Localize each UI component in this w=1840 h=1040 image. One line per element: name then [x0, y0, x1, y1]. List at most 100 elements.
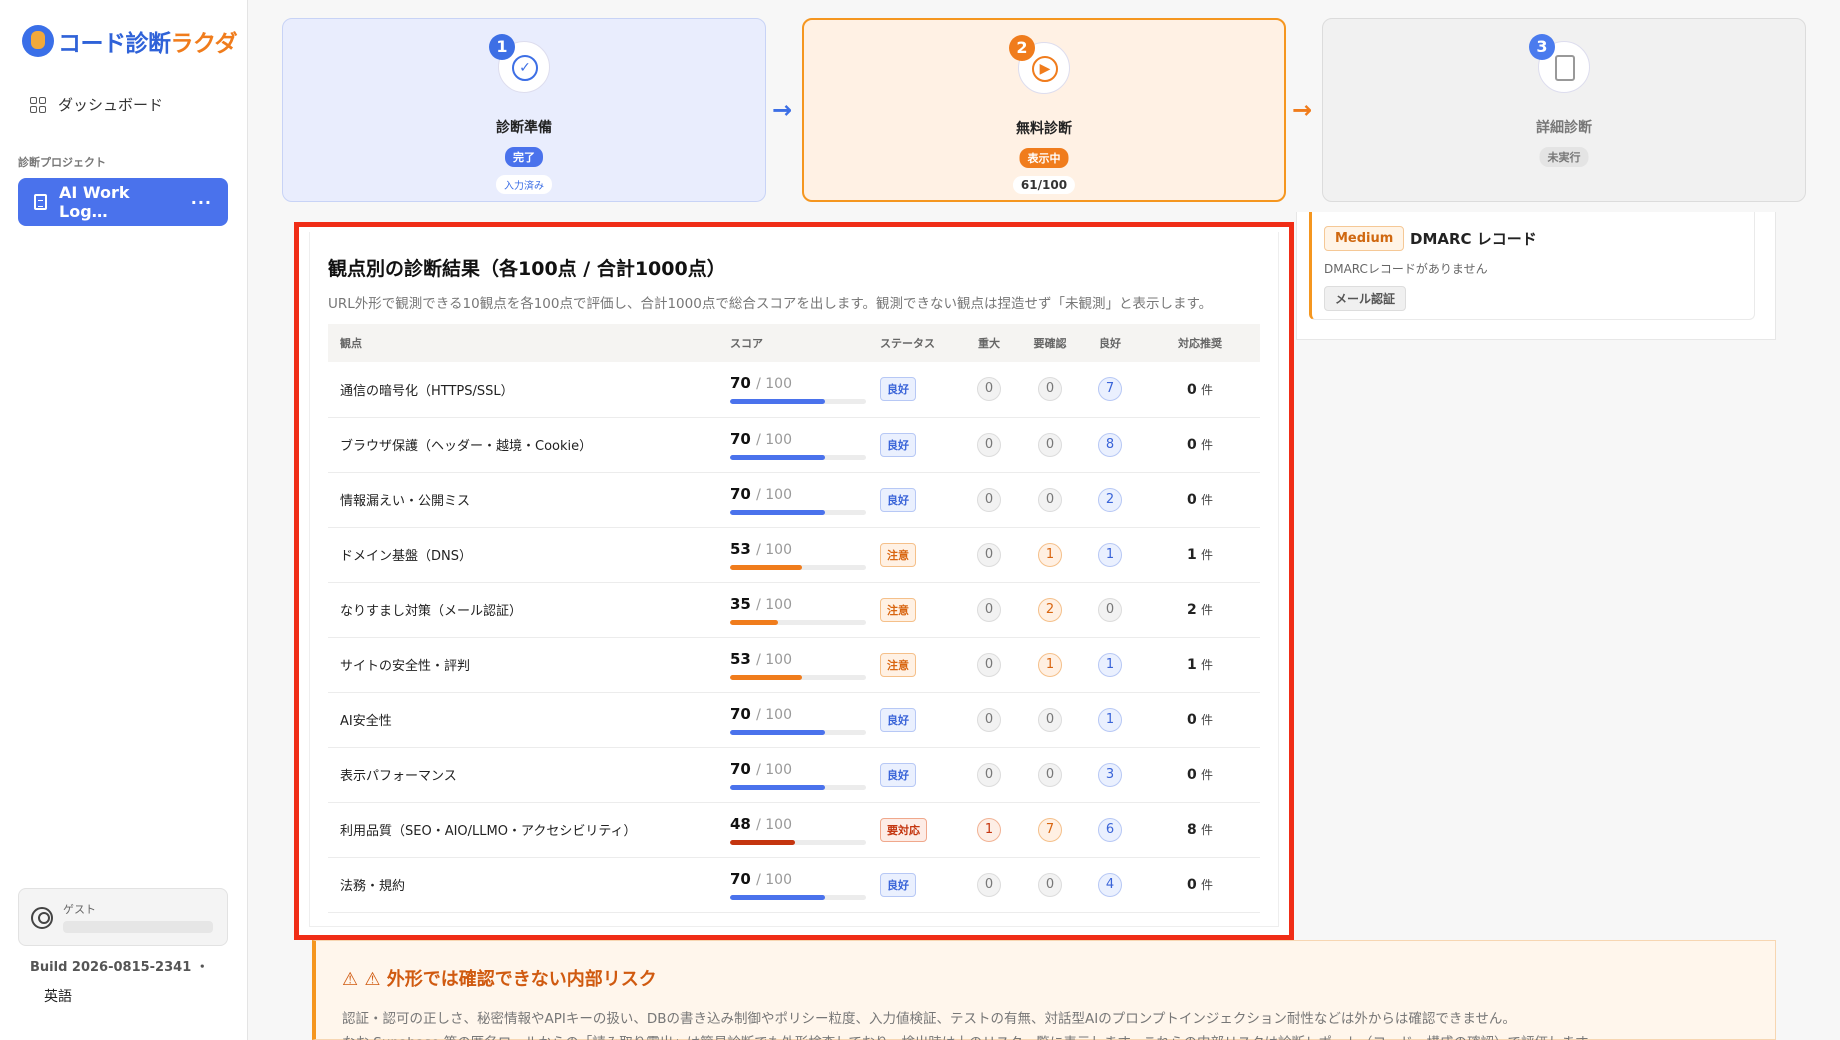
score-max: / 100 [756, 376, 792, 393]
aspect-cell: 利用品質（SEO・AIO/LLMO・アクセシビリティ） [328, 802, 718, 857]
action-count: 2 [1187, 602, 1197, 618]
aspect-name: 利用品質（SEO・AIO/LLMO・アクセシビリティ） [340, 824, 637, 839]
count-critical: 0 [977, 597, 1001, 622]
app-logo[interactable]: コード診断ラクダ [22, 24, 238, 58]
score-max: / 100 [756, 871, 792, 888]
logo-text: コード診断ラクダ [58, 31, 238, 57]
score-max: / 100 [756, 596, 792, 613]
arrow-right-icon: → [1292, 96, 1313, 124]
count-good-cell: 1 [1080, 527, 1140, 582]
col-action: 対応推奨 [1178, 337, 1222, 350]
count-review: 0 [1038, 487, 1062, 512]
col-critical: 重大 [978, 337, 1000, 350]
build-info: Build 2026-0815-2341 ・ [30, 960, 209, 975]
user-card[interactable]: ゲスト [18, 888, 228, 946]
step-title: 詳細診断 [1536, 120, 1592, 136]
table-row[interactable]: なりすまし対策（メール認証） 35 / 100 注意 0 2 0 2 件 [328, 582, 1260, 637]
aspect-cell: ドメイン基盤（DNS） [328, 527, 718, 582]
more-icon[interactable]: ··· [191, 193, 212, 212]
count-good-cell: 0 [1080, 582, 1140, 637]
action-count: 0 [1187, 381, 1197, 398]
score-bar-fill [730, 839, 796, 845]
score-value: 70 [730, 374, 751, 393]
aspect-cell: AI安全性 [328, 692, 718, 747]
action-unit: 件 [1200, 878, 1213, 892]
table-row[interactable]: ブラウザ保護（ヘッダー・越境・Cookie） 70 / 100 良好 0 0 8 0 件 [328, 417, 1260, 472]
count-good: 1 [1098, 542, 1122, 567]
score-bar [730, 509, 866, 515]
table-row[interactable]: 法務・規約 70 / 100 良好 0 0 4 0 件 [328, 857, 1260, 912]
step-preparation[interactable]: 1 ✓ 診断準備 完了 入力済み [282, 18, 766, 202]
language-toggle[interactable]: 英語 [44, 986, 72, 1006]
action-count: 1 [1187, 547, 1197, 563]
internal-risk-text: 認証・認可の正しさ、秘密情報やAPIキーの扱い、DBの書き込み制御やポリシー粒度… [342, 1011, 1516, 1027]
count-good: 1 [1098, 652, 1122, 677]
action-unit: 件 [1200, 713, 1213, 727]
score-value: 70 [730, 869, 751, 888]
col-good: 良好 [1099, 337, 1121, 350]
table-row[interactable]: AI安全性 70 / 100 良好 0 0 1 0 件 [328, 692, 1260, 747]
score-value: 35 [730, 594, 751, 613]
score-bar-fill [730, 619, 778, 625]
results-highlight: 観点別の診断結果（各100点 / 合計1000点） URL外形で観測できる10観… [294, 222, 1294, 940]
action-unit: 件 [1200, 603, 1213, 617]
action-cell: 0 件 [1140, 857, 1260, 912]
project-item[interactable]: AI Work Log… ··· [18, 178, 228, 226]
count-critical: 0 [977, 707, 1001, 732]
action-unit: 件 [1200, 548, 1213, 562]
score-bar [730, 454, 866, 460]
action-cell: 0 件 [1140, 692, 1260, 747]
table-row[interactable]: 情報漏えい・公開ミス 70 / 100 良好 0 0 2 0 件 [328, 472, 1260, 527]
status-cell: 良好 [868, 747, 958, 802]
finding-item[interactable]: Medium DMARC レコード DMARCレコードがありません メール認証 [1309, 212, 1755, 320]
count-critical: 0 [977, 432, 1001, 457]
score-bar-fill [730, 509, 826, 515]
count-review: 0 [1038, 377, 1062, 402]
table-row[interactable]: サイトの安全性・評判 53 / 100 注意 0 1 1 1 件 [328, 637, 1260, 692]
count-good-cell: 1 [1080, 692, 1140, 747]
count-critical: 0 [977, 872, 1001, 897]
play-icon: ▶ [1032, 56, 1058, 82]
step-free-diagnosis[interactable]: 2 ▶ 無料診断 表示中 61/100 [802, 18, 1286, 202]
table-row[interactable]: ドメイン基盤（DNS） 53 / 100 注意 0 1 1 1 件 [328, 527, 1260, 582]
count-review-cell: 0 [1020, 472, 1080, 527]
count-review-cell: 0 [1020, 417, 1080, 472]
score-bar [730, 839, 866, 845]
step-number: 1 [489, 34, 515, 60]
finding-title: DMARC レコード [1410, 230, 1537, 248]
step-detailed-diagnosis[interactable]: 3 詳細診断 未実行 [1322, 18, 1806, 202]
score-bar [730, 894, 866, 900]
score-bar [730, 784, 866, 790]
count-review: 1 [1038, 542, 1062, 567]
count-critical-cell: 0 [958, 857, 1020, 912]
step-status-badge: 表示中 [1019, 148, 1069, 168]
document-icon [34, 194, 47, 210]
score-value: 70 [730, 704, 751, 723]
nav-dashboard[interactable]: ダッシュボード [30, 94, 163, 115]
table-row[interactable]: 表示パフォーマンス 70 / 100 良好 0 0 3 0 件 [328, 747, 1260, 802]
count-critical-cell: 0 [958, 692, 1020, 747]
score-bar [730, 564, 866, 570]
score-cell: 53 / 100 [718, 637, 868, 692]
severity-badge: Medium [1324, 226, 1405, 251]
score-max: / 100 [756, 816, 792, 833]
status-badge: 良好 [880, 762, 916, 787]
score-cell: 70 / 100 [718, 747, 868, 802]
count-good: 2 [1098, 487, 1122, 512]
action-cell: 1 件 [1140, 637, 1260, 692]
step-title: 診断準備 [496, 120, 552, 136]
score-max: / 100 [756, 486, 792, 503]
count-review: 0 [1038, 432, 1062, 457]
table-row[interactable]: 通信の暗号化（HTTPS/SSL） 70 / 100 良好 0 0 7 0 件 [328, 362, 1260, 417]
arrow-right-icon: → [772, 96, 793, 124]
count-critical-cell: 0 [958, 637, 1020, 692]
table-row[interactable]: 利用品質（SEO・AIO/LLMO・アクセシビリティ） 48 / 100 要対応 1 7… [328, 802, 1260, 857]
count-review: 0 [1038, 707, 1062, 732]
user-role: ゲスト [63, 903, 96, 916]
action-unit: 件 [1200, 823, 1213, 837]
count-critical: 0 [977, 762, 1001, 787]
status-badge: 注意 [880, 542, 916, 567]
count-good: 6 [1098, 817, 1122, 842]
count-good: 3 [1098, 762, 1122, 787]
count-review-cell: 0 [1020, 857, 1080, 912]
